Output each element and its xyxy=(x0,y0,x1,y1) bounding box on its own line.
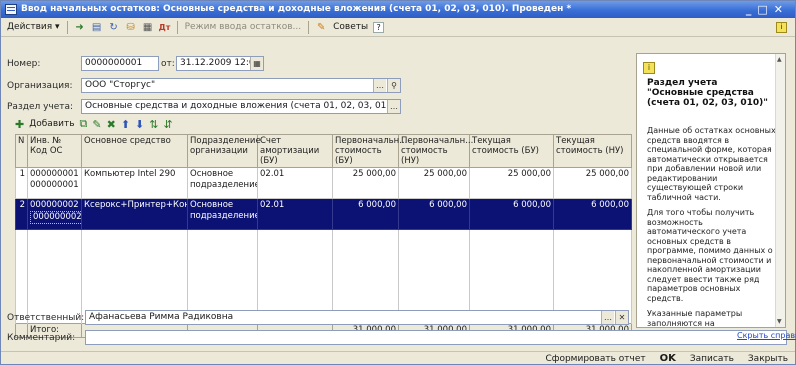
save-button[interactable]: Записать xyxy=(687,354,737,364)
number-label: Номер: xyxy=(7,59,41,69)
dt-kt-icon[interactable]: Дт xyxy=(158,20,172,34)
table-header: N Инв. № Код ОС Основное средство Подразд… xyxy=(15,134,632,168)
help-paragraph: Для того чтобы получить возможность авто… xyxy=(647,208,773,303)
document-view-icon[interactable]: ▤ xyxy=(90,20,104,34)
edit-row-icon[interactable]: ✎ xyxy=(92,118,101,131)
account-cell[interactable]: 02.01 xyxy=(257,167,333,199)
department-cell[interactable]: Основное подразделение xyxy=(187,198,258,230)
current-cost-bu-cell[interactable]: 25 000,00 xyxy=(469,167,554,199)
current-cost-nu-cell[interactable]: 25 000,00 xyxy=(553,167,632,199)
row-number: 2 xyxy=(15,198,28,230)
column-header[interactable]: Первоначальн... стоимость (БУ) xyxy=(332,134,407,168)
column-header[interactable]: Основное средство xyxy=(81,134,188,168)
organization-dropdown-icon[interactable]: … xyxy=(373,79,386,92)
column-header[interactable]: Первоначальн... стоимость (НУ) xyxy=(398,134,473,168)
column-header[interactable]: Текущая стоимость (БУ) xyxy=(469,134,554,168)
minimize-icon[interactable]: _ xyxy=(746,3,758,16)
help-scrollbar[interactable] xyxy=(775,54,785,327)
window-title: Ввод начальных остатков: Основные средст… xyxy=(21,4,572,14)
move-down-icon[interactable]: ⬇ xyxy=(135,118,144,131)
column-header[interactable]: Текущая стоимость (НУ) xyxy=(553,134,632,168)
close-icon[interactable]: ✕ xyxy=(774,3,789,16)
responsible-clear-icon[interactable]: ✕ xyxy=(615,311,628,324)
inventory-cell[interactable]: 000000002 000000002 xyxy=(27,198,82,230)
add-row-icon[interactable]: ✚ xyxy=(15,118,24,131)
info-icon: i xyxy=(643,62,655,74)
sort-asc-icon[interactable]: ⇅ xyxy=(149,118,158,131)
toolbar-separator xyxy=(66,20,68,34)
responsible-value: Афанасьева Римма Радиковна xyxy=(89,312,234,322)
organization-label: Организация: xyxy=(7,81,73,91)
tips-icon: ✎ xyxy=(316,21,326,33)
column-header[interactable]: Инв. № Код ОС xyxy=(27,134,82,168)
toolbar: Действия ▾ ➜ ▤ ↻ ⛁ ▦ Дт Режим ввода оста… xyxy=(1,18,795,37)
organization-field[interactable]: ООО "Сторгус" … ⚲ xyxy=(81,78,401,93)
document-window: Ввод начальных остатков: Основные средст… xyxy=(0,0,796,365)
actions-menu-button[interactable]: Действия ▾ xyxy=(5,20,62,35)
delete-row-icon[interactable]: ✖ xyxy=(107,118,116,131)
date-field[interactable]: 31.12.2009 12:00:00 ▦ xyxy=(176,56,264,71)
comment-field[interactable] xyxy=(85,330,787,345)
date-label: от: xyxy=(161,59,175,69)
sort-desc-icon[interactable]: ⇵ xyxy=(163,118,172,131)
title-bar: Ввод начальных остатков: Основные средст… xyxy=(1,1,795,18)
structure-icon[interactable]: ⛁ xyxy=(124,20,138,34)
tips-button[interactable]: Советы xyxy=(331,20,370,35)
organization-search-icon[interactable]: ⚲ xyxy=(387,79,400,92)
mode-button[interactable]: Режим ввода остатков... xyxy=(183,20,304,35)
make-report-button[interactable]: Сформировать отчет xyxy=(542,354,648,364)
initial-cost-nu-cell[interactable]: 6 000,00 xyxy=(398,198,470,230)
hide-help-link[interactable]: Скрыть справку xyxy=(737,331,796,340)
current-cost-nu-cell[interactable]: 6 000,00 xyxy=(553,198,632,230)
column-header[interactable]: Счет амортизации (БУ) xyxy=(257,134,333,168)
assets-table: N Инв. № Код ОС Основное средство Подразд… xyxy=(15,134,632,338)
add-row-button[interactable]: Добавить xyxy=(29,119,74,129)
help-paragraph: Указанные параметры заполняются на соотв… xyxy=(647,309,743,328)
row-number: 1 xyxy=(15,167,28,199)
maximize-icon[interactable]: □ xyxy=(757,3,773,16)
help-panel: i Раздел учета "Основные средства (счета… xyxy=(636,53,786,328)
responsible-label: Ответственный: xyxy=(7,313,85,323)
toolbar-separator xyxy=(176,20,178,34)
organization-value: ООО "Сторгус" xyxy=(85,80,156,90)
initial-cost-bu-cell[interactable]: 6 000,00 xyxy=(332,198,399,230)
copy-row-icon[interactable]: ⧉ xyxy=(80,117,88,131)
column-header[interactable]: Подразделение организации xyxy=(187,134,261,168)
table-row-selected[interactable]: 2 000000002 000000002 Ксерокс+Принтер+Кон… xyxy=(15,198,632,230)
toolbar-separator xyxy=(308,20,310,34)
table-row[interactable]: 1 000000001 000000001 Компьютер Intel 290… xyxy=(15,167,632,199)
close-button[interactable]: Закрыть xyxy=(745,354,791,364)
document-icon xyxy=(5,4,17,15)
help-icon[interactable]: ? xyxy=(373,21,385,33)
grid-toolbar: ✚ Добавить ⧉ ✎ ✖ ⬆ ⬇ ⇅ ⇵ xyxy=(15,115,173,133)
number-field[interactable]: 0000000001 xyxy=(81,56,159,71)
help-body: Данные об остатках основных средств ввод… xyxy=(647,126,777,328)
section-label: Раздел учета: xyxy=(7,102,74,112)
responsible-field[interactable]: Афанасьева Римма Радиковна … ✕ xyxy=(85,310,629,325)
refresh-icon[interactable]: ↻ xyxy=(107,20,121,34)
move-up-icon[interactable]: ⬆ xyxy=(121,118,130,131)
asset-cell[interactable]: Ксерокс+Принтер+Кон... xyxy=(81,198,188,230)
print-icon[interactable]: ▦ xyxy=(141,20,155,34)
department-cell[interactable]: Основное подразделение xyxy=(187,167,258,199)
initial-cost-nu-cell[interactable]: 25 000,00 xyxy=(398,167,470,199)
asset-cell[interactable]: Компьютер Intel 290 xyxy=(81,167,188,199)
post-arrow-icon[interactable]: ➜ xyxy=(73,20,87,34)
current-cost-bu-cell[interactable]: 6 000,00 xyxy=(469,198,554,230)
account-cell[interactable]: 02.01 xyxy=(257,198,333,230)
section-select-icon[interactable]: … xyxy=(387,100,400,113)
responsible-select-icon[interactable]: … xyxy=(601,311,614,324)
section-value: Основные средства и доходные вложения (с… xyxy=(85,101,396,111)
bottom-button-bar: Сформировать отчет OK Записать Закрыть xyxy=(1,351,795,365)
column-header[interactable]: N xyxy=(15,134,28,168)
help-title: Раздел учета "Основные средства (счета 0… xyxy=(647,78,768,108)
info-panel-icon[interactable]: i xyxy=(776,21,787,33)
help-paragraph: Данные об остатках основных средств ввод… xyxy=(647,126,776,202)
comment-label: Комментарий: xyxy=(7,333,76,343)
inventory-cell[interactable]: 000000001 000000001 xyxy=(27,167,82,199)
section-field[interactable]: Основные средства и доходные вложения (с… xyxy=(81,99,401,114)
initial-cost-bu-cell[interactable]: 25 000,00 xyxy=(332,167,399,199)
ok-button[interactable]: OK xyxy=(657,353,679,364)
calendar-icon[interactable]: ▦ xyxy=(250,57,263,70)
